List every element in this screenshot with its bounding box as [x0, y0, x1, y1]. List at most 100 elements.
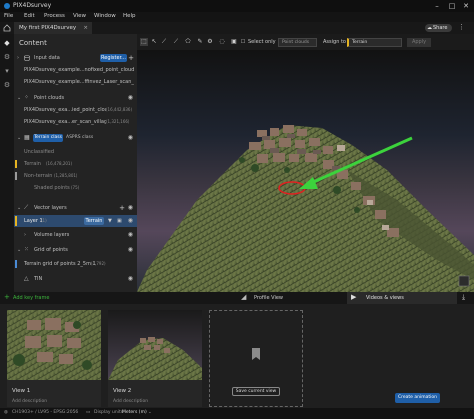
layers-icon[interactable]: ◆: [3, 39, 11, 47]
gear-icon[interactable]: ⚙: [3, 81, 11, 89]
class-row[interactable]: Unclassified: [14, 146, 137, 158]
video-camera-icon: ▶: [351, 293, 357, 301]
eye-icon[interactable]: ◉: [128, 273, 133, 285]
more-options-icon[interactable]: ⋮: [458, 23, 465, 31]
share-label: Share: [433, 25, 448, 31]
collapse-panel-icon[interactable]: ⤓: [462, 293, 465, 302]
pointer-icon[interactable]: ↖: [150, 38, 158, 46]
register-button[interactable]: Register...: [100, 54, 127, 62]
units-selector[interactable]: Meters (m): [122, 410, 147, 415]
chevron-down-icon[interactable]: ⌄: [17, 132, 21, 144]
input-file-label: PIX4Dsurvey_example...ffinvez_Laser_scan…: [24, 79, 134, 85]
input-data-row[interactable]: › Input data Register... +: [14, 52, 137, 64]
edit-icon[interactable]: ✎: [196, 38, 204, 46]
list-item[interactable]: PIX4Dsurvey_example...nofixed_point_clou…: [14, 64, 137, 76]
save-current-view-button[interactable]: Save current view: [232, 387, 280, 396]
add-icon[interactable]: +: [128, 52, 134, 64]
lock-icon[interactable]: ▣: [117, 215, 122, 227]
chevron-right-icon[interactable]: ›: [24, 229, 26, 241]
eye-icon[interactable]: ◉: [128, 229, 133, 241]
bookmark-icon: [252, 348, 260, 360]
view-card[interactable]: View 1 Add description: [7, 310, 101, 407]
view-description[interactable]: Add description: [12, 399, 47, 404]
add-icon[interactable]: +: [119, 202, 125, 214]
tab-videos-views[interactable]: ▶ Videos & views: [347, 292, 457, 304]
3d-viewport[interactable]: [137, 50, 474, 292]
menu-process[interactable]: Process: [44, 13, 65, 19]
tab-close-button[interactable]: ×: [83, 22, 88, 34]
eye-icon[interactable]: ◉: [128, 202, 133, 214]
tab-project[interactable]: My first PIX4Dsurvey project* ×: [14, 22, 92, 43]
layer-row-selected[interactable]: Layer 1 (1) Terrain ▼ ▣ ◉: [14, 215, 137, 227]
class-row[interactable]: Non-terrain (1,285,801): [14, 170, 137, 182]
view-description[interactable]: Add description: [113, 399, 148, 404]
add-icon[interactable]: +: [4, 293, 10, 301]
select-tool-icon[interactable]: ⬚: [140, 38, 148, 46]
eye-icon[interactable]: ◉: [128, 92, 133, 104]
save-view-placeholder[interactable]: Save current view: [209, 310, 303, 407]
list-item[interactable]: Terrain grid of points 2_5m 1 (4,792): [14, 258, 137, 270]
crs-label[interactable]: CH1903+ / LV95 - EPSG:2056: [12, 410, 78, 415]
tab-asprs-class[interactable]: ASPRS class: [66, 132, 93, 144]
box-select-icon[interactable]: ▣: [230, 38, 238, 46]
database-icon: [24, 55, 30, 61]
chevron-down-icon[interactable]: ⌄: [17, 92, 21, 104]
home-icon[interactable]: [3, 24, 11, 32]
checkbox-select-only[interactable]: ☐: [239, 38, 247, 46]
eye-icon[interactable]: ◉: [128, 215, 133, 227]
point-clouds-dropdown[interactable]: Point clouds: [278, 38, 317, 47]
measure-icon[interactable]: ⟋: [160, 38, 168, 46]
point-clouds-row[interactable]: ⌄ ⁘ Point clouds ◉: [14, 92, 137, 104]
vector-layers-row[interactable]: ⌄ ⟋ Vector layers + ◉: [14, 202, 137, 214]
view-card[interactable]: View 2 Add description: [108, 310, 202, 407]
menu-file[interactable]: File: [4, 13, 13, 19]
list-item[interactable]: PIX4Dsurvey_exa...er_scan_village (1,321…: [14, 116, 137, 128]
tab-profile-view[interactable]: Profile View: [254, 295, 283, 301]
chevron-down-icon[interactable]: ⌄: [17, 202, 21, 214]
class-row[interactable]: Shaded points (75): [14, 182, 137, 194]
cloud-icon: ☁: [427, 25, 432, 31]
minimize-button[interactable]: –: [430, 1, 444, 11]
share-button[interactable]: ☁ Share: [425, 24, 452, 32]
list-item[interactable]: PIX4Dsurvey_example...ffinvez_Laser_scan…: [14, 76, 137, 88]
class-row[interactable]: Terrain (16,478,201): [14, 158, 137, 170]
filter-icon[interactable]: ▼: [108, 215, 112, 227]
point-count: (16,442,836): [106, 107, 133, 112]
eye-icon[interactable]: ◉: [128, 132, 133, 144]
class-count: (1,285,801): [54, 173, 78, 178]
eye-icon[interactable]: ◉: [128, 244, 133, 256]
maximize-button[interactable]: □: [445, 1, 459, 11]
tin-label: TIN: [34, 276, 43, 282]
input-data-label: Input data: [34, 55, 60, 61]
settings-icon[interactable]: ⚙: [206, 38, 214, 46]
filter-icon[interactable]: ▾: [3, 67, 11, 75]
view-toolbar: ⬚ ↖ ⟋ ⟋ ⬠ ✎ ⚙ ◌ ▣ ☐ Select only Point cl…: [137, 34, 474, 50]
chevron-right-icon[interactable]: ›: [17, 52, 19, 64]
assign-class-value: Terrain: [352, 40, 368, 45]
chevron-down-icon[interactable]: ⌄: [17, 244, 21, 256]
add-key-frame-button[interactable]: Add key frame: [13, 295, 49, 301]
polygon-icon[interactable]: ⬠: [184, 38, 192, 46]
lasso-icon[interactable]: ◌: [218, 38, 226, 46]
close-window-button[interactable]: ✕: [459, 1, 473, 11]
layer-count: (1): [41, 218, 47, 223]
menu-help[interactable]: Help: [123, 13, 136, 19]
grid-of-points-row[interactable]: ⌄ ⁙ Grid of points ◉: [14, 244, 137, 256]
apply-button[interactable]: Apply: [407, 38, 431, 47]
assign-class-dropdown[interactable]: Terrain: [347, 38, 402, 47]
menu-edit[interactable]: Edit: [24, 13, 35, 19]
point-cloud-render[interactable]: [137, 50, 474, 292]
polyline-icon[interactable]: ⟋: [172, 38, 180, 46]
settings-icon[interactable]: ⚙: [3, 53, 11, 61]
volume-layers-row[interactable]: › Volume layers ◉: [14, 229, 137, 241]
create-animation-button[interactable]: Create animation: [395, 393, 440, 403]
tin-row[interactable]: △ TIN ◉: [14, 273, 137, 285]
tab-terrain-class[interactable]: Terrain class: [33, 134, 63, 142]
chevron-down-icon[interactable]: ⌄: [148, 410, 152, 415]
menu-window[interactable]: Window: [94, 13, 116, 19]
panel-title: Content: [19, 39, 47, 47]
point-cloud-name: PIX4Dsurvey_exa...er_scan_village: [24, 119, 106, 125]
list-item[interactable]: PIX4Dsurvey_exa...ied_point_cloud (16,44…: [14, 104, 137, 116]
non-terrain-color-swatch: [15, 172, 17, 180]
menu-view[interactable]: View: [73, 13, 86, 19]
